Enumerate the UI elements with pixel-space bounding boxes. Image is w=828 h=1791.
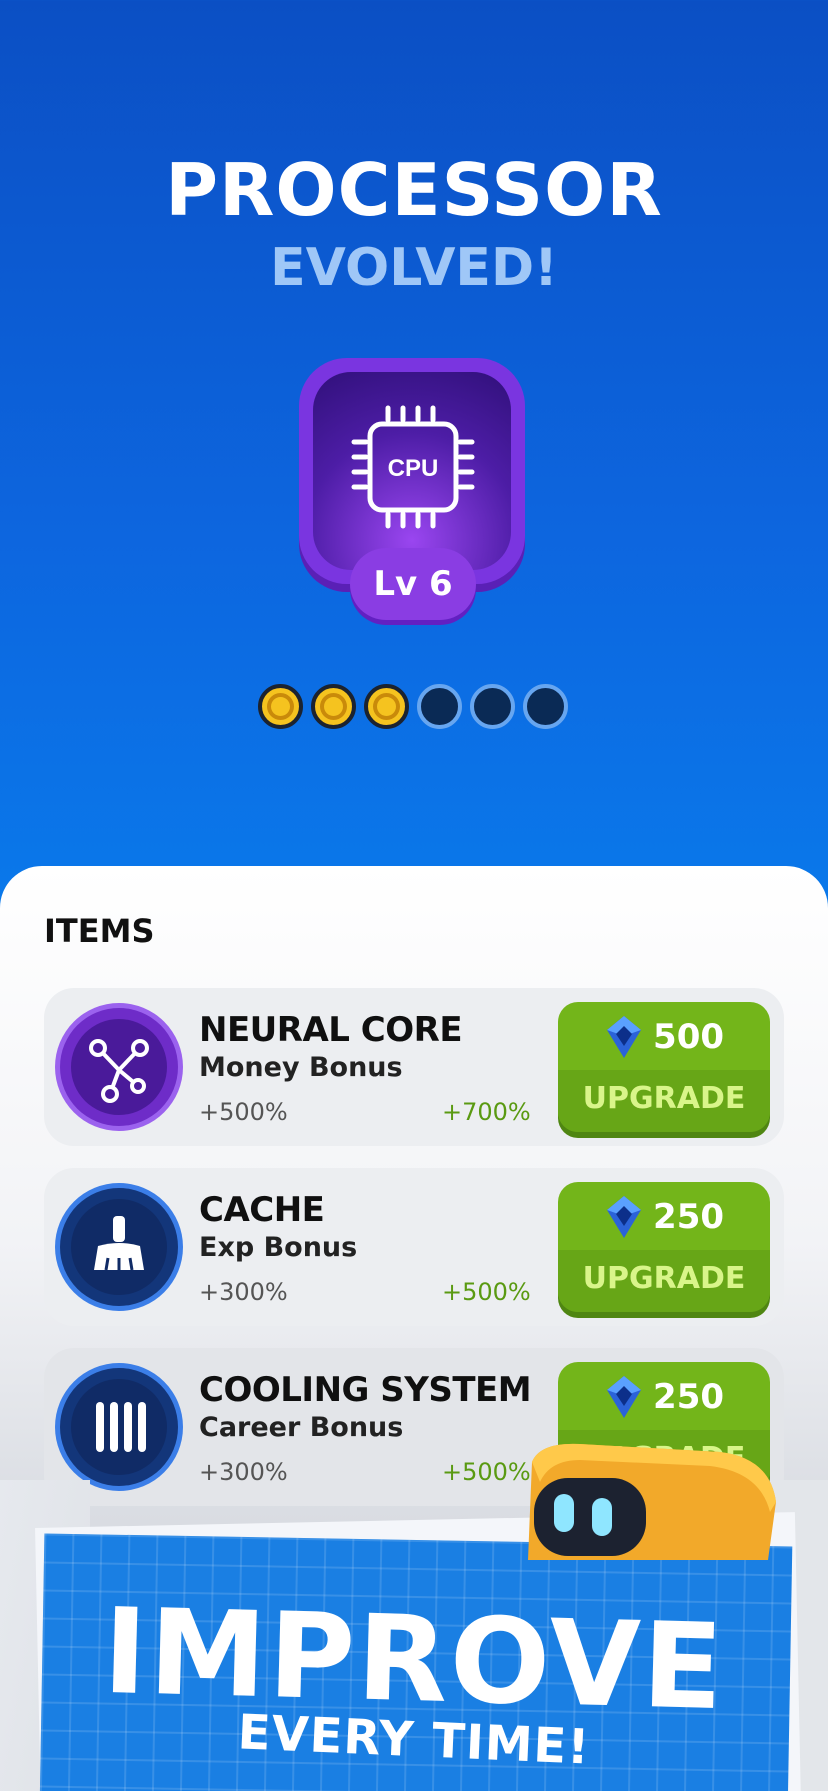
radiator-icon	[60, 1368, 178, 1486]
gem-icon	[606, 1376, 641, 1418]
item-bonus: Money Bonus	[199, 1052, 403, 1083]
upgrade-button[interactable]: 250 UPGRADE	[558, 1182, 770, 1312]
upgrade-button[interactable]: 500 UPGRADE	[558, 1002, 770, 1132]
item-price: 250	[653, 1197, 725, 1237]
price-row: 500	[558, 1014, 770, 1070]
item-current-value: +500%	[199, 1098, 288, 1126]
progress-dot-filled	[311, 684, 356, 729]
price-row: 250	[558, 1374, 770, 1430]
progress-dot-empty	[523, 684, 568, 729]
network-icon	[60, 1008, 178, 1126]
page-subtitle: EVOLVED!	[270, 238, 558, 298]
item-bonus: Career Bonus	[199, 1412, 404, 1443]
item-name: CACHE	[199, 1190, 325, 1230]
item-next-value: +500%	[442, 1458, 531, 1486]
gem-icon	[606, 1196, 641, 1238]
item-name: COOLING SYSTEM	[199, 1370, 532, 1410]
gem-icon	[606, 1016, 641, 1058]
item-current-value: +300%	[199, 1278, 288, 1306]
item-card-cache: CACHE Exp Bonus +300% +500% 250 UPGRADE	[44, 1168, 784, 1326]
progress-dot-filled	[258, 684, 303, 729]
item-card-neural-core: NEURAL CORE Money Bonus +500% +700% 500 …	[44, 988, 784, 1146]
item-next-value: +500%	[442, 1278, 531, 1306]
item-name: NEURAL CORE	[199, 1010, 463, 1050]
item-next-value: +700%	[442, 1098, 531, 1126]
item-bonus: Exp Bonus	[199, 1232, 358, 1263]
progress-dot-empty	[417, 684, 462, 729]
robot-mascot-icon	[528, 1443, 776, 1560]
item-current-value: +300%	[199, 1458, 288, 1486]
upgrade-button-label: UPGRADE	[558, 1070, 770, 1132]
items-heading: ITEMS	[44, 912, 155, 950]
progress-dot-empty	[470, 684, 515, 729]
broom-icon	[60, 1188, 178, 1306]
evolution-progress	[258, 684, 568, 729]
progress-dot-filled	[364, 684, 409, 729]
page-title: PROCESSOR	[165, 148, 663, 232]
hero-section: PROCESSOR EVOLVED! CPU Lv 6	[0, 0, 828, 880]
item-price: 250	[653, 1377, 725, 1417]
upgrade-button-label: UPGRADE	[558, 1250, 770, 1312]
price-row: 250	[558, 1194, 770, 1250]
level-badge: Lv 6	[350, 548, 476, 620]
cpu-icon-text: CPU	[388, 455, 439, 482]
item-price: 500	[653, 1017, 725, 1057]
cpu-icon: CPU	[351, 405, 475, 529]
